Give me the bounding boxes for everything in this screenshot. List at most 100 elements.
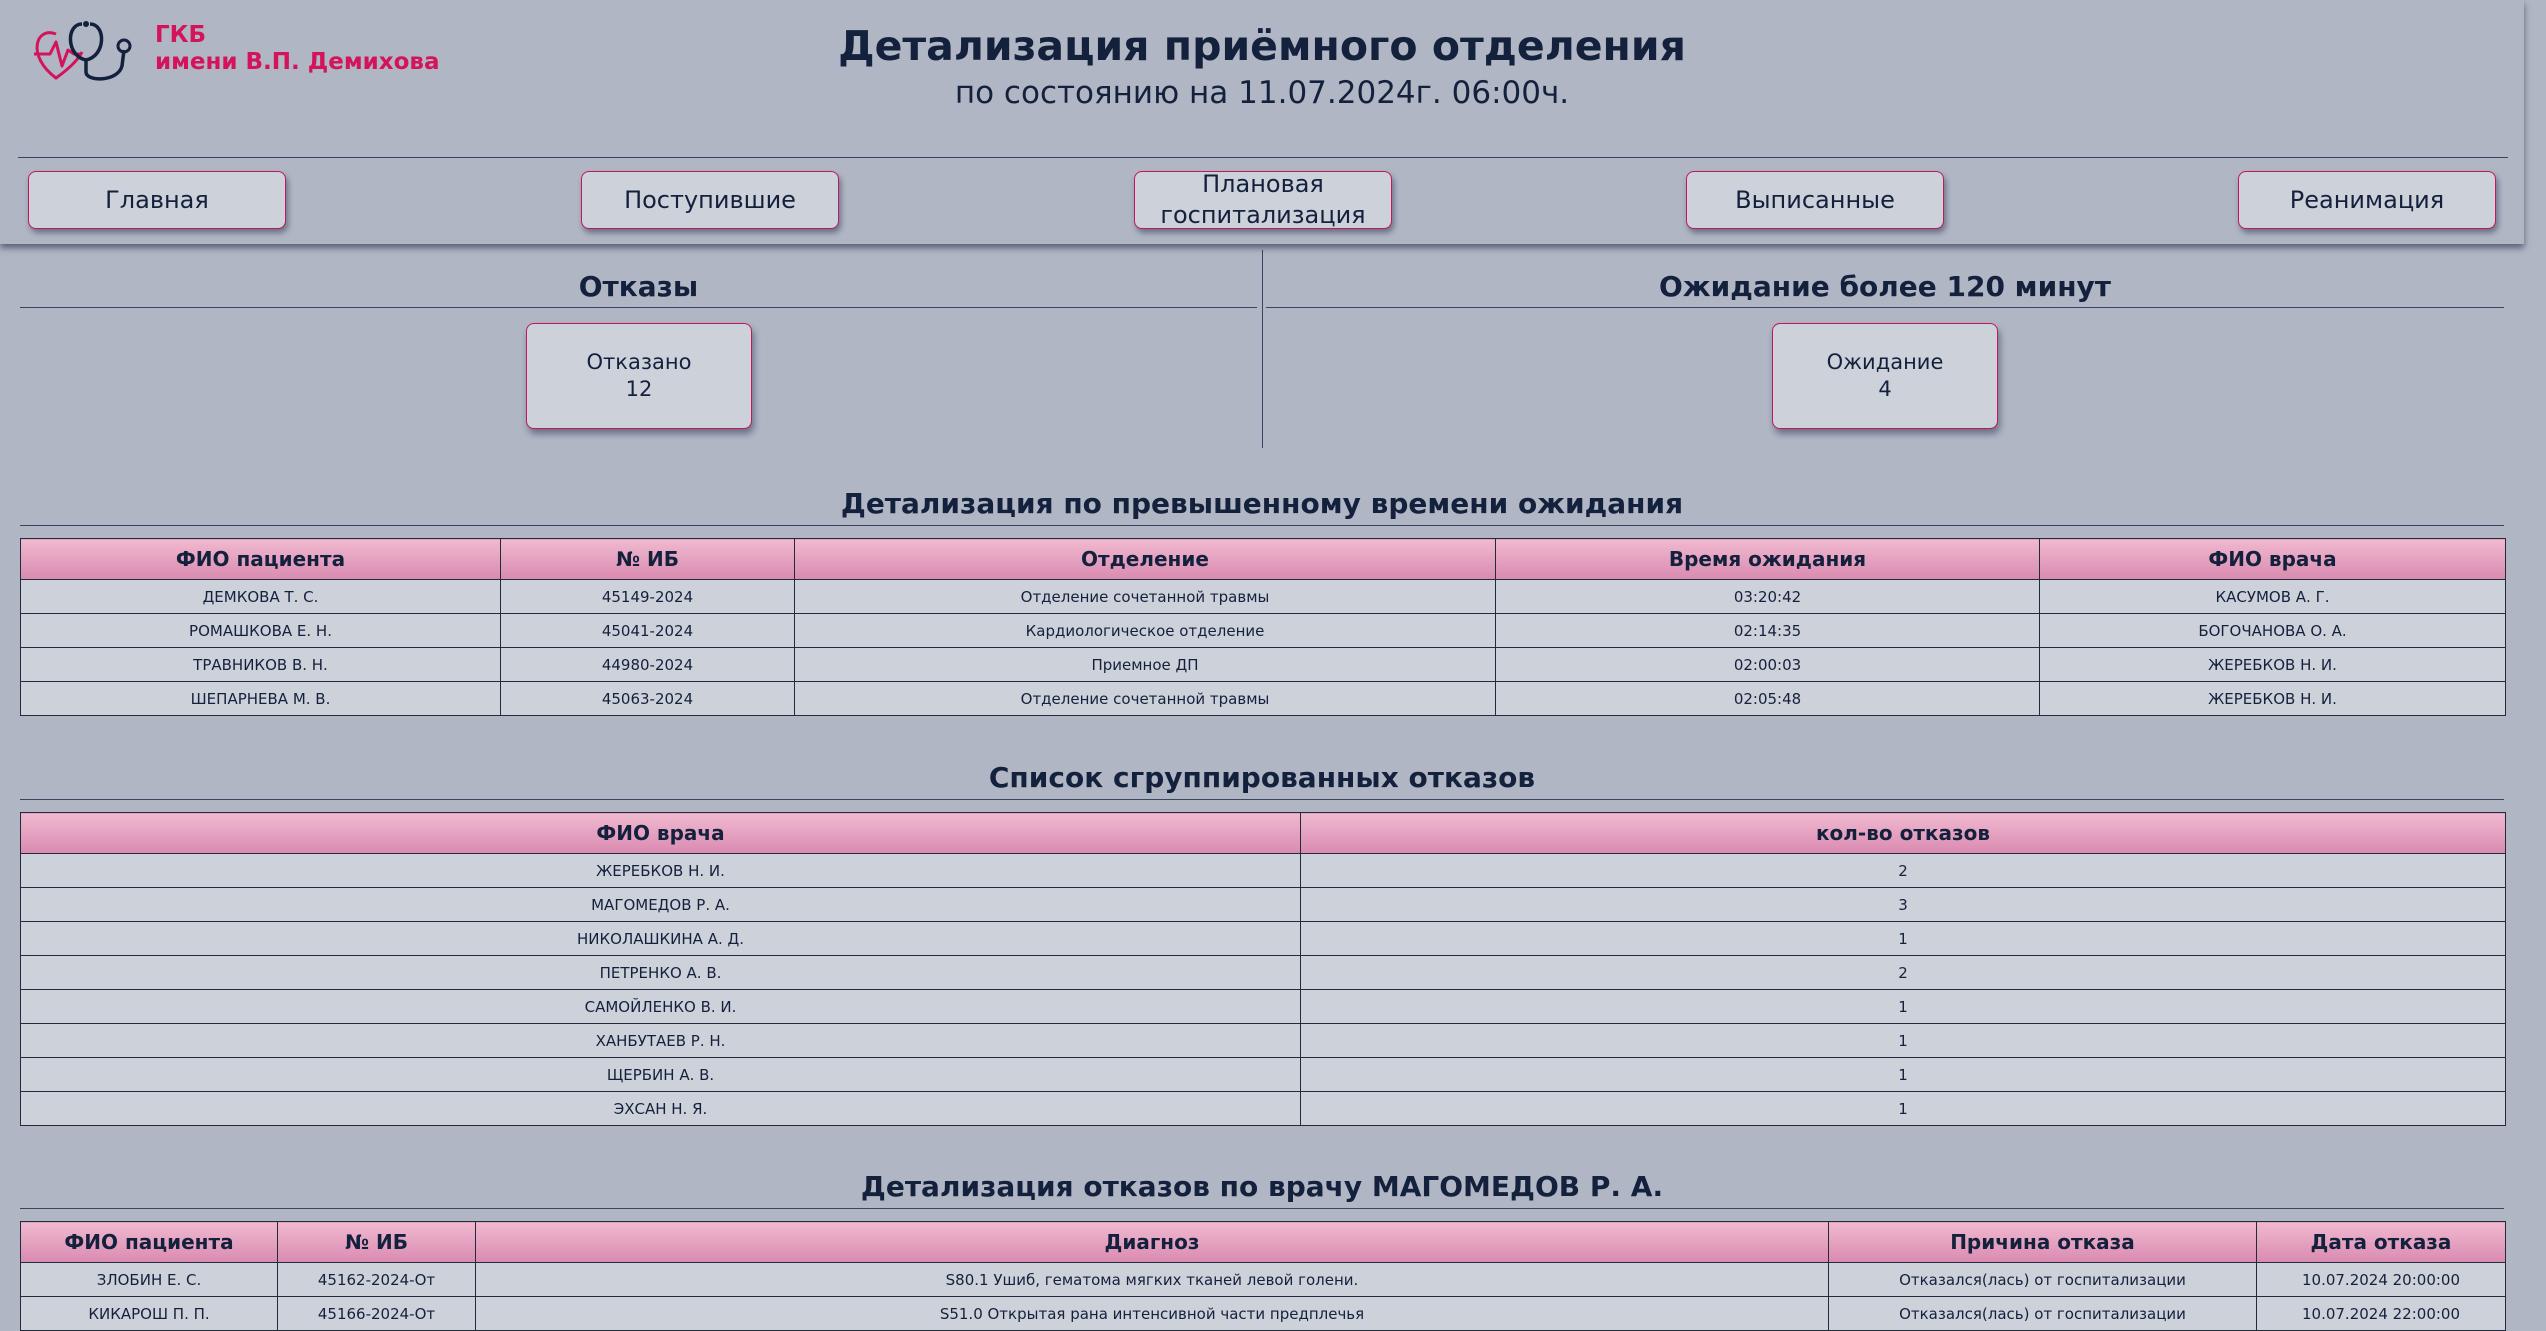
waiting-card-value: 4 [1878,377,1892,401]
refusal-count-cell: 2 [1300,955,2506,990]
doctor-table-divider [20,1208,2504,1209]
record-number-cell: 45162-2024-От [277,1262,476,1297]
refusal-date-cell: 10.07.2024 22:00:00 [2256,1296,2506,1331]
table-row[interactable]: ШЕПАРНЕВА М. В. 45063-2024 Отделение соч… [20,681,2506,716]
doctor-name-cell: НИКОЛАШКИНА А. Д. [20,921,1301,956]
summary-vertical-divider [1262,250,1263,448]
department-cell: Отделение сочетанной травмы [794,681,1496,716]
nav-main-button[interactable]: Главная [28,171,286,229]
nav-admitted-button[interactable]: Поступившие [581,171,839,229]
column-header[interactable]: Причина отказа [1828,1221,2257,1263]
table-row[interactable]: ЩЕРБИН А. В. 1 [20,1057,2506,1092]
record-number-cell: 44980-2024 [500,647,795,682]
department-cell: Кардиологическое отделение [794,613,1496,648]
column-header[interactable]: ФИО пациента [20,1221,278,1263]
column-header[interactable]: Отделение [794,538,1496,580]
doctor-name-cell: ЖЕРЕБКОВ Н. И. [20,853,1301,888]
wait-time-cell: 02:05:48 [1495,681,2040,716]
waiting-table: ФИО пациента № ИБ Отделение Время ожидан… [20,538,2506,716]
waiting-card-label: Ожидание [1826,350,1944,374]
nav-planned-button[interactable]: Плановая госпитализация [1134,170,1392,229]
doctor-table-title: Детализация отказов по врачу МАГОМЕДОВ Р… [860,1170,1664,1203]
refusal-count-cell: 2 [1300,853,2506,888]
waiting-panel-divider [1266,307,2504,308]
department-cell: Отделение сочетанной травмы [794,579,1496,614]
patient-name-cell: КИКАРОШ П. П. [20,1296,278,1331]
table-row[interactable]: ХАНБУТАЕВ Р. Н. 1 [20,1023,2506,1058]
patient-name-cell: ЗЛОБИН Е. С. [20,1262,278,1297]
table-header-row: ФИО врача кол-во отказов [20,812,2506,854]
doctor-name-cell: ЖЕРЕБКОВ Н. И. [2039,681,2506,716]
waiting-table-divider [20,525,2504,526]
refusals-card[interactable]: Отказано 12 [526,323,752,429]
column-header[interactable]: ФИО врача [2039,538,2506,580]
patient-name-cell: ТРАВНИКОВ В. Н. [20,647,501,682]
diagnosis-cell: S80.1 Ушиб, гематома мягких тканей левой… [475,1262,1829,1297]
doctor-name-cell: КАСУМОВ А. Г. [2039,579,2506,614]
record-number-cell: 45063-2024 [500,681,795,716]
doctor-name-cell: ПЕТРЕНКО А. В. [20,955,1301,990]
patient-name-cell: РОМАШКОВА Е. Н. [20,613,501,648]
column-header[interactable]: ФИО врача [20,812,1301,854]
nav-icu-button[interactable]: Реанимация [2238,171,2496,229]
grouped-refusals-table: ФИО врача кол-во отказов ЖЕРЕБКОВ Н. И. 2… [20,812,2506,1126]
table-row[interactable]: МАГОМЕДОВ Р. А. 3 [20,887,2506,922]
column-header[interactable]: ФИО пациента [20,538,501,580]
table-row[interactable]: РОМАШКОВА Е. Н. 45041-2024 Кардиологичес… [20,613,2506,648]
refusal-count-cell: 1 [1300,989,2506,1024]
refusal-count-cell: 1 [1300,1023,2506,1058]
waiting-table-title: Детализация по превышенному времени ожид… [840,487,1684,520]
record-number-cell: 45149-2024 [500,579,795,614]
column-header[interactable]: Время ожидания [1495,538,2040,580]
record-number-cell: 45166-2024-От [277,1296,476,1331]
doctor-name-cell: МАГОМЕДОВ Р. А. [20,887,1301,922]
refusals-card-label: Отказано [586,350,692,374]
table-row[interactable]: ЗЛОБИН Е. С. 45162-2024-От S80.1 Ушиб, г… [20,1262,2506,1297]
header-divider [18,157,2508,158]
doctor-name-cell: ЖЕРЕБКОВ Н. И. [2039,647,2506,682]
doctor-name-cell: ЩЕРБИН А. В. [20,1057,1301,1092]
doctor-name-cell: ХАНБУТАЕВ Р. Н. [20,1023,1301,1058]
wait-time-cell: 02:14:35 [1495,613,2040,648]
nav-discharged-button[interactable]: Выписанные [1686,171,1944,229]
page-subtitle: по состоянию на 11.07.2024г. 06:00ч. [954,75,1570,111]
table-row[interactable]: ДЕМКОВА Т. С. 45149-2024 Отделение сочет… [20,579,2506,614]
refusal-count-cell: 3 [1300,887,2506,922]
column-header[interactable]: Дата отказа [2256,1221,2506,1263]
table-row[interactable]: ЖЕРЕБКОВ Н. И. 2 [20,853,2506,888]
refusal-reason-cell: Отказался(лась) от госпитализации [1828,1296,2257,1331]
table-row[interactable]: САМОЙЛЕНКО В. И. 1 [20,989,2506,1024]
doctor-name-cell: ЭХСАН Н. Я. [20,1091,1301,1126]
patient-name-cell: ШЕПАРНЕВА М. В. [20,681,501,716]
grouped-table-title: Список сгруппированных отказов [988,761,1536,794]
wait-time-cell: 02:00:03 [1495,647,2040,682]
patient-name-cell: ДЕМКОВА Т. С. [20,579,501,614]
table-header-row: ФИО пациента № ИБ Отделение Время ожидан… [20,538,2506,580]
refusal-count-cell: 1 [1300,1091,2506,1126]
department-cell: Приемное ДП [794,647,1496,682]
table-row[interactable]: ТРАВНИКОВ В. Н. 44980-2024 Приемное ДП 0… [20,647,2506,682]
refusals-panel-divider [20,307,1257,308]
waiting-card[interactable]: Ожидание 4 [1772,323,1998,429]
wait-time-cell: 03:20:42 [1495,579,2040,614]
table-row[interactable]: ЭХСАН Н. Я. 1 [20,1091,2506,1126]
grouped-table-divider [20,799,2504,800]
refusal-date-cell: 10.07.2024 20:00:00 [2256,1262,2506,1297]
table-row[interactable]: НИКОЛАШКИНА А. Д. 1 [20,921,2506,956]
column-header[interactable]: № ИБ [277,1221,476,1263]
refusal-reason-cell: Отказался(лась) от госпитализации [1828,1262,2257,1297]
table-row[interactable]: ПЕТРЕНКО А. В. 2 [20,955,2506,990]
column-header[interactable]: № ИБ [500,538,795,580]
refusals-panel-title: Отказы [578,270,699,303]
refusal-count-cell: 1 [1300,1057,2506,1092]
table-row[interactable]: КИКАРОШ П. П. 45166-2024-От S51.0 Открыт… [20,1296,2506,1331]
page-header: ГКБ имени В.П. Демихова Детализация приё… [0,0,2524,244]
refusal-count-cell: 1 [1300,921,2506,956]
table-header-row: ФИО пациента № ИБ Диагноз Причина отказа… [20,1221,2506,1263]
page-title: Детализация приёмного отделения [838,22,1686,70]
column-header[interactable]: кол-во отказов [1300,812,2506,854]
doctor-name-cell: БОГОЧАНОВА О. А. [2039,613,2506,648]
column-header[interactable]: Диагноз [475,1221,1829,1263]
doctor-name-cell: САМОЙЛЕНКО В. И. [20,989,1301,1024]
waiting-panel-title: Ожидание более 120 минут [1658,270,2112,303]
